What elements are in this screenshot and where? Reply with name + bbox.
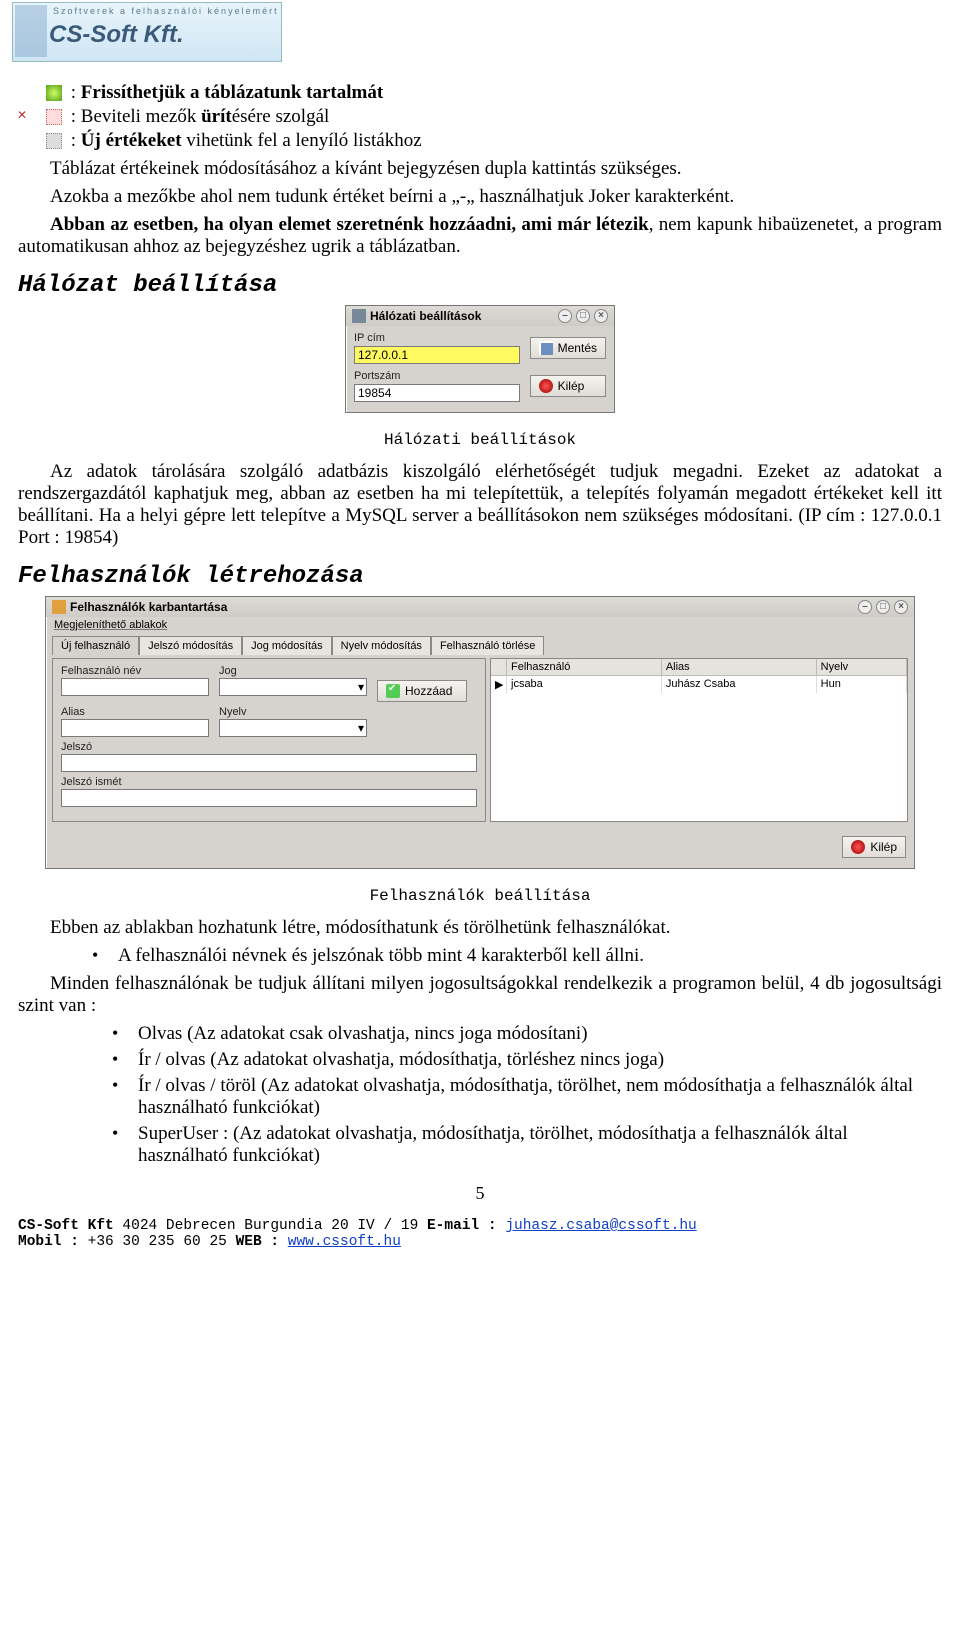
users-grid: Felhasználó Alias Nyelv ▶ jcsaba Juhász …: [490, 658, 908, 822]
network-settings-window: Hálózati beállítások – □ × IP cím 127.0.…: [345, 305, 615, 413]
list-item: Ír / olvas (Az adatokat olvashatja, módo…: [138, 1049, 942, 1071]
alias-label: Alias: [61, 706, 209, 718]
exit-icon: [851, 840, 865, 854]
tab-delete-user[interactable]: Felhasználó törlése: [431, 636, 544, 655]
exit-button[interactable]: Kilép: [842, 836, 906, 858]
users-icon: [52, 600, 66, 614]
tab-new-user[interactable]: Új felhasználó: [52, 636, 139, 655]
intro-para-1: Táblázat értékeinek módosításához a kívá…: [18, 158, 942, 180]
tab-change-password[interactable]: Jelszó módosítás: [139, 636, 242, 655]
list-item: SuperUser : (Az adatokat olvashatja, mód…: [138, 1123, 942, 1167]
intro-para-3: Abban az esetben, ha olyan elemet szeret…: [18, 214, 942, 258]
users-para-2: Minden felhasználónak be tudjuk állítani…: [18, 973, 942, 1017]
tab-change-language[interactable]: Nyelv módosítás: [332, 636, 431, 655]
language-label: Nyelv: [219, 706, 367, 718]
menu-bar[interactable]: Megjeleníthető ablakok: [46, 617, 914, 633]
grid-marker-col: [491, 659, 507, 676]
grid-col-user[interactable]: Felhasználó: [507, 659, 662, 676]
figure-caption-network: Hálózati beállítások: [18, 431, 942, 449]
users-para-1: Ebben az ablakban hozhatunk létre, módos…: [18, 917, 942, 939]
add-icon: [386, 684, 400, 698]
port-label: Portszám: [354, 370, 520, 382]
minimize-button[interactable]: –: [858, 600, 872, 614]
footer-email-link[interactable]: juhasz.csaba@cssoft.hu: [505, 1218, 696, 1234]
figure-caption-users: Felhasználók beállítása: [18, 887, 942, 905]
add-user-button[interactable]: Hozzáad: [377, 680, 467, 702]
table-row[interactable]: ▶ jcsaba Juhász Csaba Hun: [491, 676, 907, 693]
save-icon: [539, 341, 553, 355]
users-window: Felhasználók karbantartása – □ × Megjele…: [45, 596, 915, 869]
save-button[interactable]: Mentés: [530, 337, 606, 359]
rights-label: Jog: [219, 665, 367, 677]
user-form-pane: Felhasználó név Jog ▾ Hozzáad: [52, 658, 486, 822]
row-marker-icon: ▶: [491, 676, 507, 693]
username-label: Felhasználó név: [61, 665, 209, 677]
password-input[interactable]: [61, 754, 477, 772]
logo-tagline: Szoftverek a felhasználói kényelemért: [53, 6, 279, 16]
intro-para-2: Azokba a mezőkbe ahol nem tudunk értéket…: [18, 186, 942, 208]
maximize-button[interactable]: □: [576, 309, 590, 323]
section-heading-users: Felhasználók létrehozása: [18, 563, 942, 590]
window-titlebar: Hálózati beállítások – □ ×: [346, 306, 614, 326]
port-input[interactable]: 19854: [354, 384, 520, 402]
minimize-button[interactable]: –: [558, 309, 572, 323]
window-title: Hálózati beállítások: [370, 309, 481, 323]
close-button[interactable]: ×: [594, 309, 608, 323]
network-icon: [352, 309, 366, 323]
tab-change-rights[interactable]: Jog módosítás: [242, 636, 332, 655]
logo-brand: CS-Soft Kft.: [49, 21, 184, 49]
maximize-button[interactable]: □: [876, 600, 890, 614]
icon-legend: : Frissíthetjük a táblázatunk tartalmát …: [46, 82, 942, 152]
language-select[interactable]: ▾: [219, 719, 367, 737]
network-para: Az adatok tárolására szolgáló adatbázis …: [18, 461, 942, 549]
more-icon: [46, 133, 62, 149]
grid-col-alias[interactable]: Alias: [662, 659, 817, 676]
company-logo: Szoftverek a felhasználói kényelemért CS…: [12, 2, 282, 62]
close-button[interactable]: ×: [894, 600, 908, 614]
ip-input[interactable]: 127.0.0.1: [354, 346, 520, 364]
lead-bullet: A felhasználói névnek és jelszónak több …: [118, 945, 942, 967]
password-label: Jelszó: [61, 741, 477, 753]
page-number: 5: [18, 1183, 942, 1204]
username-input[interactable]: [61, 678, 209, 696]
exit-button[interactable]: Kilép: [530, 375, 606, 397]
clear-icon: [46, 109, 62, 125]
rights-select[interactable]: ▾: [219, 678, 367, 696]
tab-strip: Új felhasználó Jelszó módosítás Jog módo…: [52, 635, 544, 654]
refresh-icon: [46, 85, 62, 101]
password2-label: Jelszó ismét: [61, 776, 477, 788]
ip-label: IP cím: [354, 332, 520, 344]
list-item: Ír / olvas / töröl (Az adatokat olvashat…: [138, 1075, 942, 1119]
list-item: Olvas (Az adatokat csak olvashatja, ninc…: [138, 1023, 942, 1045]
alias-input[interactable]: [61, 719, 209, 737]
footer-web-link[interactable]: www.cssoft.hu: [288, 1234, 401, 1250]
grid-col-lang[interactable]: Nyelv: [817, 659, 907, 676]
window-title: Felhasználók karbantartása: [70, 600, 227, 614]
password2-input[interactable]: [61, 789, 477, 807]
section-heading-network: Hálózat beállítása: [18, 272, 942, 299]
footer: CS-Soft Kft 4024 Debrecen Burgundia 20 I…: [18, 1218, 942, 1250]
exit-icon: [539, 379, 553, 393]
rights-list: Olvas (Az adatokat csak olvashatja, ninc…: [138, 1023, 942, 1167]
window-titlebar: Felhasználók karbantartása – □ ×: [46, 597, 914, 617]
